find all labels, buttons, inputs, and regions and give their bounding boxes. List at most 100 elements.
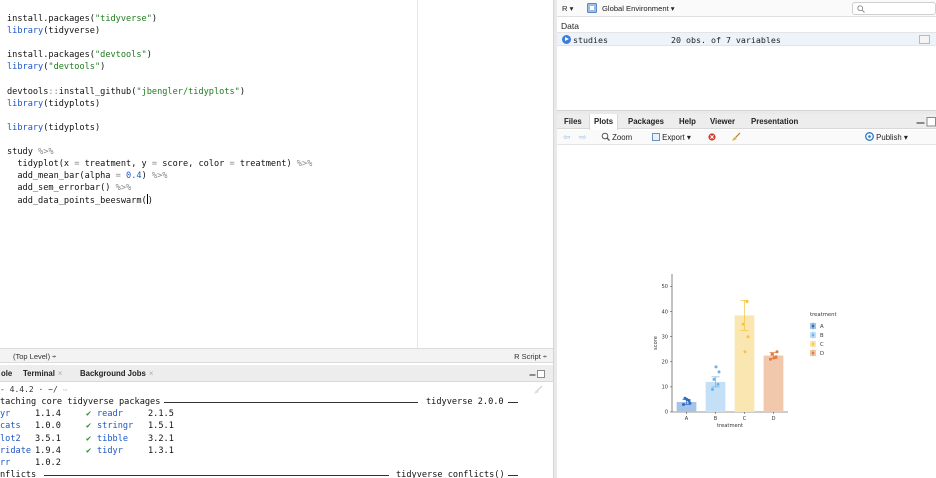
x-tick-label: D [772, 416, 776, 422]
code-token: add_sem_errorbar() [7, 183, 116, 194]
code-token: %>% [151, 171, 168, 182]
x-tick-label: C [743, 416, 747, 422]
code-line[interactable]: library(tidyverse) [7, 25, 312, 37]
tab-presentation[interactable]: Presentation [747, 114, 802, 129]
legend-title: treatment [810, 312, 837, 318]
code-token: %>% [115, 183, 132, 194]
code-line[interactable]: add_sem_errorbar() %>% [7, 182, 312, 194]
tab-viewer[interactable]: Viewer [706, 114, 739, 129]
code-line[interactable] [7, 110, 312, 122]
environment-scope-selector[interactable]: Global Environment ▾ [602, 4, 675, 13]
source-editor[interactable]: install.packages("tidyverse") library(tid… [0, 0, 553, 348]
data-point [714, 365, 718, 369]
data-point [688, 401, 692, 405]
mean-bar [763, 355, 784, 412]
minimize-maximize-icon[interactable] [916, 117, 936, 127]
environment-globe-icon [587, 3, 597, 13]
code-line[interactable]: tidyplot(x = treatment, y = score, color… [7, 158, 312, 170]
code-token: add_data_points_beeswarm( [7, 196, 147, 207]
close-icon[interactable]: × [149, 369, 154, 378]
package-version: 3.2.1 [148, 433, 174, 444]
tab-files[interactable]: Files [560, 114, 586, 129]
package-version: 1.9.4 [35, 445, 61, 456]
environment-row-studies[interactable]: studies 20 obs. of 7 variables [557, 32, 936, 46]
code-token: install_github( [58, 86, 137, 97]
editor-margin-line [417, 0, 418, 348]
y-tick-label: 10 [662, 385, 668, 391]
data-point [770, 352, 774, 356]
language-selector[interactable]: R ▾ [562, 4, 573, 13]
tab-terminal[interactable]: Terminal × [19, 365, 66, 382]
code-lines[interactable]: install.packages("tidyverse") library(tid… [7, 13, 312, 207]
code-line[interactable]: add_mean_bar(alpha = 0.4) %>% [7, 170, 312, 182]
code-line[interactable]: install.packages("tidyverse") [7, 13, 312, 25]
code-token: ) [146, 50, 152, 61]
code-line[interactable]: library(tidyplots) [7, 122, 312, 134]
code-token: "tidyverse" [94, 14, 152, 24]
code-line[interactable]: devtools::install_github("jbengler/tidyp… [7, 86, 312, 98]
back-arrow-icon[interactable]: ⇦ [563, 132, 571, 143]
zoom-icon [601, 132, 610, 141]
code-token: tidyplot(x [7, 159, 75, 170]
package-version: 1.1.4 [35, 409, 61, 420]
check-icon: ✔ [86, 433, 92, 444]
code-token: score, color [157, 159, 230, 170]
arrow-right-icon[interactable]: ⇨ [63, 385, 68, 394]
package-version: 1.0.0 [35, 421, 61, 432]
broom-icon [732, 132, 741, 141]
code-token: treatment) [234, 159, 297, 170]
code-line[interactable]: add_data_points_beeswarm() [7, 194, 312, 206]
y-tick-label: 30 [662, 334, 668, 340]
view-data-grid-icon[interactable] [919, 35, 930, 44]
package-name: tidyr [97, 445, 123, 456]
broom-icon[interactable] [533, 385, 543, 395]
code-line[interactable]: install.packages("devtools") [7, 49, 312, 61]
export-button[interactable]: Export ▾ [652, 132, 691, 143]
code-line[interactable]: study %>% [7, 146, 312, 158]
plot-viewer: 0 10 20 30 40 50 score A B C Dtreatment treatment A B… [557, 146, 936, 478]
code-line[interactable]: library("devtools") [7, 61, 312, 73]
tab-help[interactable]: Help [675, 114, 700, 129]
code-line[interactable] [7, 37, 312, 49]
attach-header-text: taching core tidyverse packages [0, 397, 161, 407]
code-token: study [7, 147, 39, 158]
close-icon[interactable]: × [58, 369, 63, 378]
object-summary: 20 obs. of 7 variables [671, 35, 781, 45]
legend-label: C [820, 342, 824, 348]
publish-button[interactable]: Publish ▾ [865, 132, 908, 143]
code-token: "devtools" [94, 50, 147, 61]
legend-point-key [811, 324, 815, 328]
environment-section-header: Data [561, 21, 579, 31]
conflicts-function: tidyverse_conflicts() [396, 470, 505, 478]
scope-selector[interactable]: (Top Level) ÷ [13, 352, 56, 361]
code-token: treatment, y [79, 159, 152, 170]
code-line[interactable]: library(tidyplots) [7, 98, 312, 110]
environment-toolbar: R ▾ Global Environment ▾ [557, 0, 936, 17]
expand-play-icon[interactable] [562, 35, 571, 44]
minimize-maximize-icon[interactable] [529, 370, 545, 378]
tab-plots[interactable]: Plots [589, 114, 619, 130]
x-axis-title: treatment [717, 423, 743, 429]
forward-arrow-icon[interactable]: ⇨ [579, 132, 587, 143]
tidyverse-version: tidyverse 2.0.0 [426, 397, 504, 407]
data-point [716, 382, 720, 386]
code-token: (tidyplots) [43, 122, 101, 133]
code-token: add_mean_bar(alpha [7, 171, 116, 182]
legend-label: D [820, 351, 824, 357]
code-line[interactable] [7, 73, 312, 85]
tab-console[interactable]: ole [0, 365, 16, 382]
code-token: library [7, 98, 44, 109]
file-type-selector[interactable]: R Script ÷ [514, 352, 547, 361]
environment-search-input[interactable] [852, 2, 936, 15]
tab-background-jobs[interactable]: Background Jobs × [76, 365, 157, 382]
package-version: 2.1.5 [148, 409, 174, 420]
remove-plot-button[interactable] [708, 132, 716, 143]
package-name: cats [0, 421, 21, 432]
package-version: 1.0.2 [35, 457, 61, 468]
zoom-button[interactable]: Zoom [601, 132, 632, 143]
package-name: ridate [0, 445, 32, 456]
data-point [769, 357, 772, 361]
code-line[interactable] [7, 134, 312, 146]
clear-plots-button[interactable] [731, 132, 741, 143]
tab-packages[interactable]: Packages [624, 114, 668, 129]
